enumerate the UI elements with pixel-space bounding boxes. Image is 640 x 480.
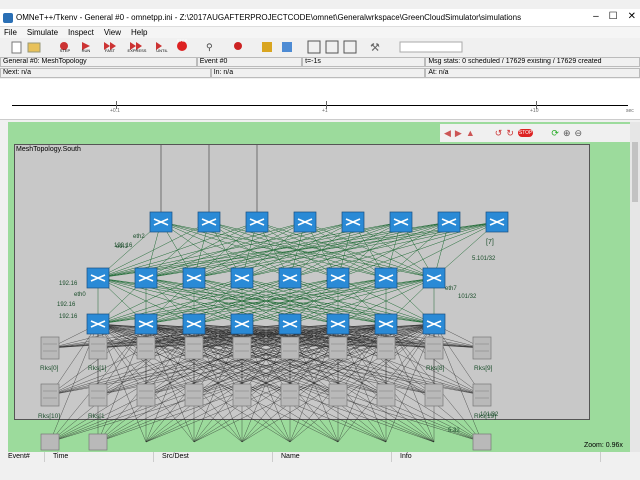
open-icon: [27, 42, 41, 53]
module-title: MeshTopology.South: [16, 146, 81, 153]
window-controls: – ☐ ✕: [593, 11, 636, 22]
window-title: OMNeT++/Tkenv - General #0 - omnetpp.ini…: [16, 13, 522, 22]
toolbar: ⚲ ⚒ STEP RUN FAST EXPRESS UNTIL STOP: [0, 38, 640, 58]
col-info[interactable]: Info: [392, 452, 601, 462]
objects-icon: [262, 42, 272, 52]
tick-label: +10: [530, 108, 539, 114]
back-icon[interactable]: ◀: [444, 128, 451, 139]
tree-icon: [282, 42, 292, 52]
fast-button[interactable]: FAST: [100, 44, 120, 58]
menu-file[interactable]: File: [4, 28, 17, 37]
step-button[interactable]: STEP: [56, 44, 74, 58]
at-label: At: n/a: [425, 68, 640, 78]
minimize-button[interactable]: –: [593, 11, 599, 22]
msg-stats: Msg stats: 0 scheduled / 17629 existing …: [425, 57, 640, 67]
scroll-thumb[interactable]: [632, 142, 638, 202]
stop-small-icon[interactable]: STOP: [517, 129, 534, 137]
tick-label: +1: [322, 108, 328, 114]
speed-slider: [399, 41, 463, 53]
layout-icon-3: [343, 40, 357, 54]
menu-simulate[interactable]: Simulate: [27, 28, 58, 37]
express-button[interactable]: EXPRESS: [126, 44, 148, 58]
maximize-button[interactable]: ☐: [609, 11, 618, 22]
zoom-out-icon[interactable]: ⊖: [574, 128, 582, 139]
canvas-toolbar: ◀ ▶ ▲ ↺ ↻ STOP ⟳ ⊕ ⊖: [440, 124, 630, 142]
until-button[interactable]: UNTIL: [152, 44, 172, 58]
info-bar-1: General #0: MeshTopology Event #0 t=-1s …: [0, 57, 640, 67]
layout-icon-2: [325, 40, 339, 54]
layout-icon-1: [307, 40, 321, 54]
run-button[interactable]: RUN: [78, 44, 94, 58]
close-button[interactable]: ✕: [628, 11, 636, 22]
col-srcdest[interactable]: Src/Dest: [154, 452, 273, 462]
menu-help[interactable]: Help: [131, 28, 147, 37]
timeline-unit: sec: [626, 108, 634, 114]
time-label: t=-1s: [302, 57, 426, 67]
next-label: Next: n/a: [0, 68, 211, 78]
module-box: [14, 144, 590, 420]
menu-bar: File Simulate Inspect View Help: [0, 27, 640, 38]
find-icon: ⚲: [206, 43, 213, 53]
menu-view[interactable]: View: [104, 28, 121, 37]
tick-label: +0.1: [110, 108, 120, 114]
info-bar-2: Next: n/a In: n/a At: n/a: [0, 68, 640, 78]
menu-inspect[interactable]: Inspect: [68, 28, 94, 37]
step-small-icon[interactable]: ↺: [495, 128, 503, 139]
stop-button[interactable]: STOP: [174, 34, 190, 48]
record-icon: [234, 42, 242, 50]
vertical-scrollbar[interactable]: [630, 122, 640, 452]
app-icon: [3, 12, 13, 23]
parent-icon[interactable]: ▲: [466, 128, 475, 138]
forward-icon[interactable]: ▶: [455, 128, 462, 139]
title-bar: OMNeT++/Tkenv - General #0 - omnetpp.ini…: [0, 9, 640, 27]
zoom-in-icon[interactable]: ⊕: [563, 128, 571, 139]
event-label: Event #0: [196, 57, 303, 67]
timeline: +0.1 +1 +10 sec: [0, 79, 640, 120]
toolbar-icons: ⚲ ⚒: [11, 40, 463, 54]
log-header: Event# Time Src/Dest Name Info: [0, 452, 640, 462]
col-name[interactable]: Name: [273, 452, 392, 462]
relayout-icon[interactable]: ⟳: [551, 128, 559, 139]
col-time[interactable]: Time: [45, 452, 154, 462]
options-icon: ⚒: [370, 41, 380, 54]
run-small-icon[interactable]: ↻: [506, 128, 514, 139]
network-label: General #0: MeshTopology: [0, 57, 197, 67]
zoom-level: Zoom: 0.96x: [584, 442, 623, 449]
new-icon: [11, 41, 22, 54]
col-event[interactable]: Event#: [0, 452, 45, 462]
in-label: In: n/a: [210, 68, 426, 78]
